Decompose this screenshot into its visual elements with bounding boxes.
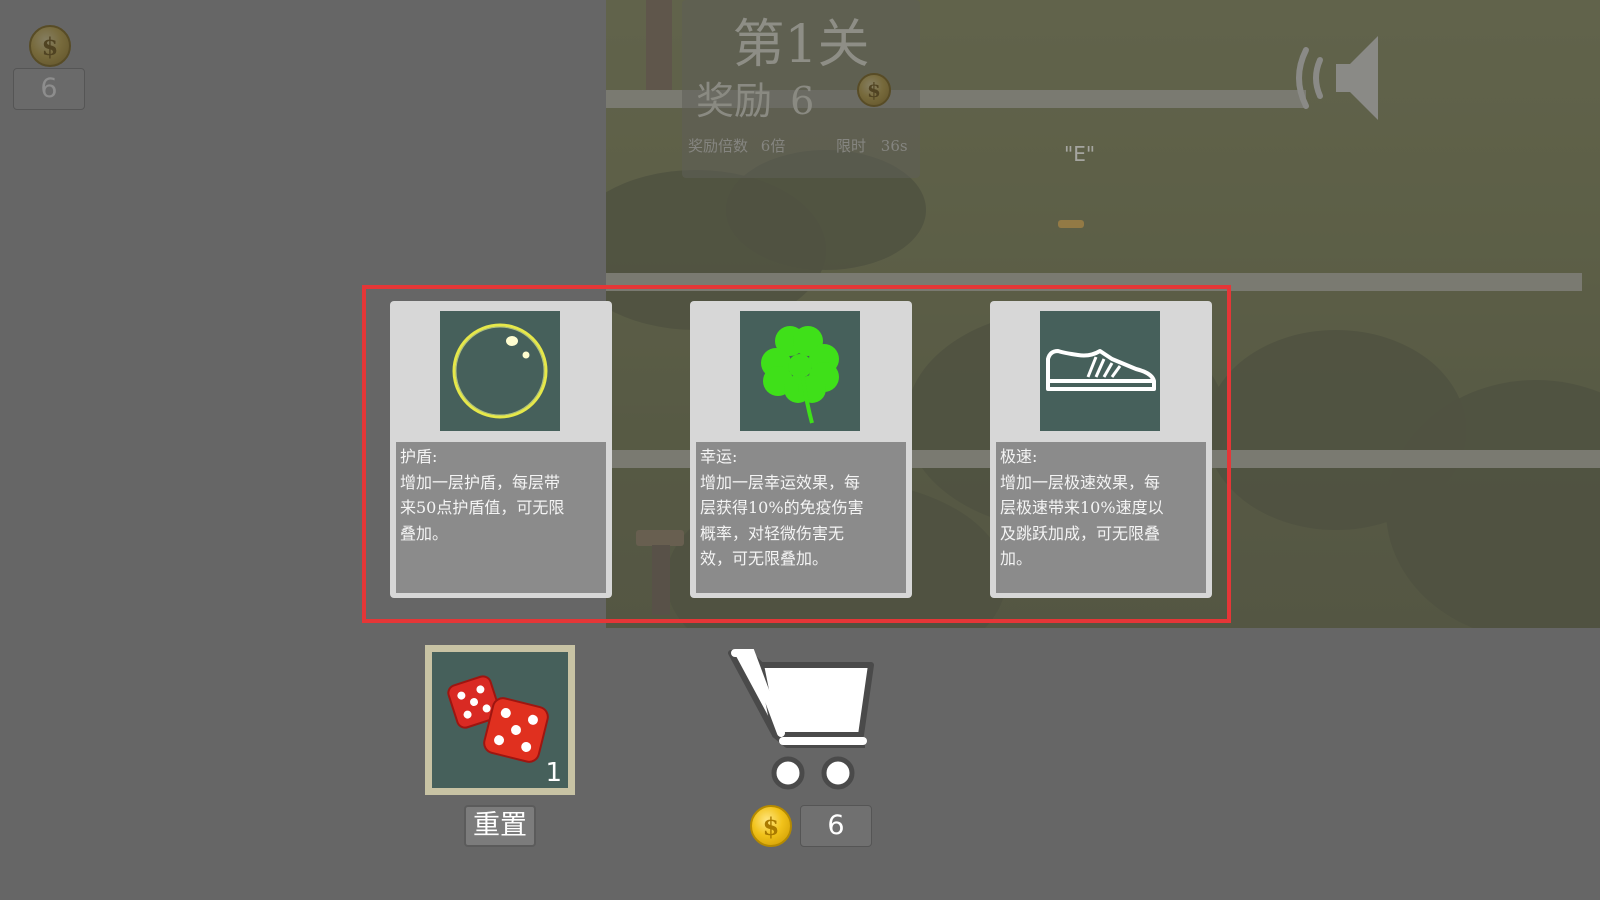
shop-price: 6 xyxy=(800,805,872,847)
card-title: 护盾: xyxy=(400,447,438,466)
coin-icon: $ xyxy=(857,73,891,107)
four-leaf-clover-icon xyxy=(761,326,839,424)
card-shield[interactable]: 护盾: 增加一层护盾，每层带 来50点护盾值，可无限 叠加。 xyxy=(390,301,612,598)
coin-counter: 6 xyxy=(13,68,85,110)
coin-icon: $ xyxy=(29,25,71,67)
sneaker-icon xyxy=(1046,349,1156,391)
reset-button[interactable]: 重置 xyxy=(464,805,536,847)
card-luck[interactable]: 幸运: 增加一层幸运效果，每 层获得10%的免疫伤害 概率，对轻微伤害无 效，可… xyxy=(690,301,912,598)
time-value: 36s xyxy=(880,137,908,155)
time-limit-stat: 限时 36s xyxy=(836,135,908,156)
card-text: 增加一层护盾，每层带 来50点护盾值，可无限 叠加。 xyxy=(400,472,565,543)
card-icon-frame xyxy=(440,311,560,431)
card-icon-frame xyxy=(740,311,860,431)
key-hint: "E" xyxy=(1064,142,1096,166)
time-label: 限时 xyxy=(836,137,867,155)
card-description: 幸运: 增加一层幸运效果，每 层获得10%的免疫伤害 概率，对轻微伤害无 效，可… xyxy=(696,442,906,593)
card-text: 增加一层极速效果，每 层极速带来10%速度以 及跳跃加成，可无限叠 加。 xyxy=(1000,472,1164,569)
reroll-count: 1 xyxy=(545,758,562,788)
multiplier-label: 奖励倍数 xyxy=(688,137,749,155)
reward-row: 奖励 6 xyxy=(696,70,814,125)
card-description: 极速: 增加一层极速效果，每 层极速带来10%速度以 及跳跃加成，可无限叠 加。 xyxy=(996,442,1206,593)
level-title: 第1关 xyxy=(732,15,870,75)
reward-value: 6 xyxy=(790,79,815,123)
reward-label: 奖励 xyxy=(696,79,773,123)
reroll-dice-button[interactable]: 1 xyxy=(425,645,575,795)
card-speed[interactable]: 极速: 增加一层极速效果，每 层极速带来10%速度以 及跳跃加成，可无限叠 加。 xyxy=(990,301,1212,598)
card-text: 增加一层幸运效果，每 层获得10%的免疫伤害 概率，对轻微伤害无 效，可无限叠加… xyxy=(700,472,864,569)
speaker-icon[interactable] xyxy=(1286,28,1396,128)
card-title: 极速: xyxy=(1000,447,1038,466)
multiplier-stat: 奖励倍数 6倍 xyxy=(688,135,785,156)
card-title: 幸运: xyxy=(700,447,738,466)
coin-icon: $ xyxy=(750,805,792,847)
bubble-shield-icon xyxy=(452,323,548,419)
multiplier-value: 6倍 xyxy=(760,137,786,155)
card-icon-frame xyxy=(1040,311,1160,431)
shopping-cart-icon[interactable] xyxy=(725,645,885,795)
card-description: 护盾: 增加一层护盾，每层带 来50点护盾值，可无限 叠加。 xyxy=(396,442,606,593)
